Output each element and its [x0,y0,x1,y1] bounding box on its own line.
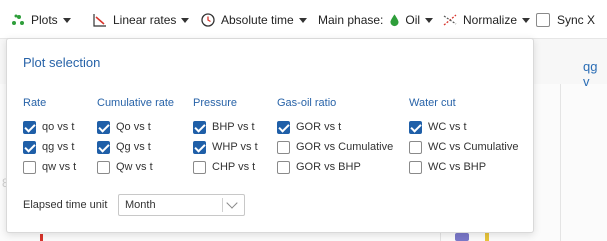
option-gor-cumulative[interactable]: GOR vs Cumulative [277,140,393,154]
column-water-cut: Water cut WC vs t WC vs Cumulative WC vs… [409,97,518,180]
option-wc-cumulative[interactable]: WC vs Cumulative [409,140,518,154]
chart-divider [560,84,561,241]
normalize-label: Normalize [463,13,518,27]
plot-selection-panel: Plot selection Rate qo vs t qg vs t qw v… [6,38,534,233]
sync-x-checkbox[interactable] [536,13,550,27]
scatter-plot-icon [12,14,24,25]
option-label: Qg vs t [116,141,151,153]
plot-toolbar: Plots Linear rates Absolute time Main ph… [0,0,607,38]
option-label: GOR vs Cumulative [296,141,394,153]
chevron-down-icon [298,17,307,23]
chevron-down-icon [62,17,71,23]
select-separator [222,198,223,212]
time-label: Absolute time [221,13,294,27]
chevron-down-icon [181,17,190,23]
column-heading: Rate [23,97,47,109]
option-label: GOR vs t [296,121,342,133]
checkbox[interactable] [97,160,110,174]
checkbox[interactable] [409,120,422,134]
option-label: qg vs t [42,141,75,153]
rates-label: Linear rates [113,13,177,27]
option-label: BHP vs t [212,121,255,133]
option-label: qw vs t [42,161,77,173]
option-gor-bhp[interactable]: GOR vs BHP [277,160,393,174]
option-label: GOR vs BHP [296,161,361,173]
checkbox[interactable] [193,160,206,174]
rates-dropdown[interactable]: Linear rates [92,11,190,29]
checkbox[interactable] [193,140,206,154]
option-qg[interactable]: qg vs t [23,140,76,154]
chart-marker-cluster [455,233,469,241]
column-rate: Rate qo vs t qg vs t qw vs t [23,97,76,180]
column-heading: Gas-oil ratio [277,97,337,109]
checkbox[interactable] [409,160,422,174]
panel-title: Plot selection [23,55,101,70]
column-cumulative-rate: Cumulative rate Qo vs t Qg vs t Qw vs t [97,97,174,180]
time-dropdown[interactable]: Absolute time [200,11,307,29]
chevron-down-icon [425,17,434,23]
chart-marker-yellow [485,233,489,241]
option-Qw[interactable]: Qw vs t [97,160,174,174]
option-label: WHP vs t [212,141,258,153]
chevron-down-icon [226,197,238,209]
checkbox[interactable] [409,140,422,154]
option-label: Qw vs t [116,161,153,173]
option-qw[interactable]: qw vs t [23,160,76,174]
chart-marker-red [40,234,43,241]
option-label: Qo vs t [116,121,151,133]
normalize-dropdown[interactable]: Normalize [442,11,531,29]
option-qo[interactable]: qo vs t [23,120,76,134]
option-bhp[interactable]: BHP vs t [193,120,258,134]
option-label: WC vs Cumulative [428,141,519,153]
oil-drop-icon [390,14,399,27]
main-phase-dropdown[interactable]: Main phase: Oil [318,11,434,29]
chevron-down-icon [522,17,531,23]
checkbox[interactable] [23,140,36,154]
checkbox[interactable] [277,140,290,154]
chart-title-partial: qg v [583,59,598,89]
plots-label: Plots [31,13,58,27]
option-chp[interactable]: CHP vs t [193,160,258,174]
option-label: qo vs t [42,121,75,133]
linear-chart-icon [93,14,106,27]
option-wc-t[interactable]: WC vs t [409,120,518,134]
option-label: WC vs BHP [428,161,487,173]
plots-dropdown[interactable]: Plots [10,11,71,29]
elapsed-time-unit-label: Elapsed time unit [23,199,108,211]
option-label: WC vs t [428,121,467,133]
checkbox[interactable] [193,120,206,134]
main-phase-label: Oil [405,13,421,27]
option-Qg[interactable]: Qg vs t [97,140,174,154]
option-label: CHP vs t [212,161,256,173]
elapsed-time-unit-value: Month [125,199,156,211]
checkbox[interactable] [23,160,36,174]
checkbox[interactable] [277,120,290,134]
checkbox[interactable] [97,120,110,134]
option-gor-t[interactable]: GOR vs t [277,120,393,134]
column-heading: Water cut [409,97,456,109]
column-pressure: Pressure BHP vs t WHP vs t CHP vs t [193,97,258,180]
elapsed-time-unit-select[interactable]: Month [118,194,245,216]
checkbox[interactable] [23,120,36,134]
column-gas-oil-ratio: Gas-oil ratio GOR vs t GOR vs Cumulative… [277,97,393,180]
checkbox[interactable] [97,140,110,154]
clock-icon [201,13,215,27]
option-whp[interactable]: WHP vs t [193,140,258,154]
normalize-icon [443,14,457,26]
checkbox[interactable] [277,160,290,174]
sync-x-label: Sync X [557,13,596,27]
option-wc-bhp[interactable]: WC vs BHP [409,160,518,174]
sync-x-toggle[interactable]: Sync X [536,11,595,29]
column-heading: Cumulative rate [97,97,175,109]
option-Qo[interactable]: Qo vs t [97,120,174,134]
column-heading: Pressure [193,97,238,109]
main-phase-prefix: Main phase: [318,13,384,27]
